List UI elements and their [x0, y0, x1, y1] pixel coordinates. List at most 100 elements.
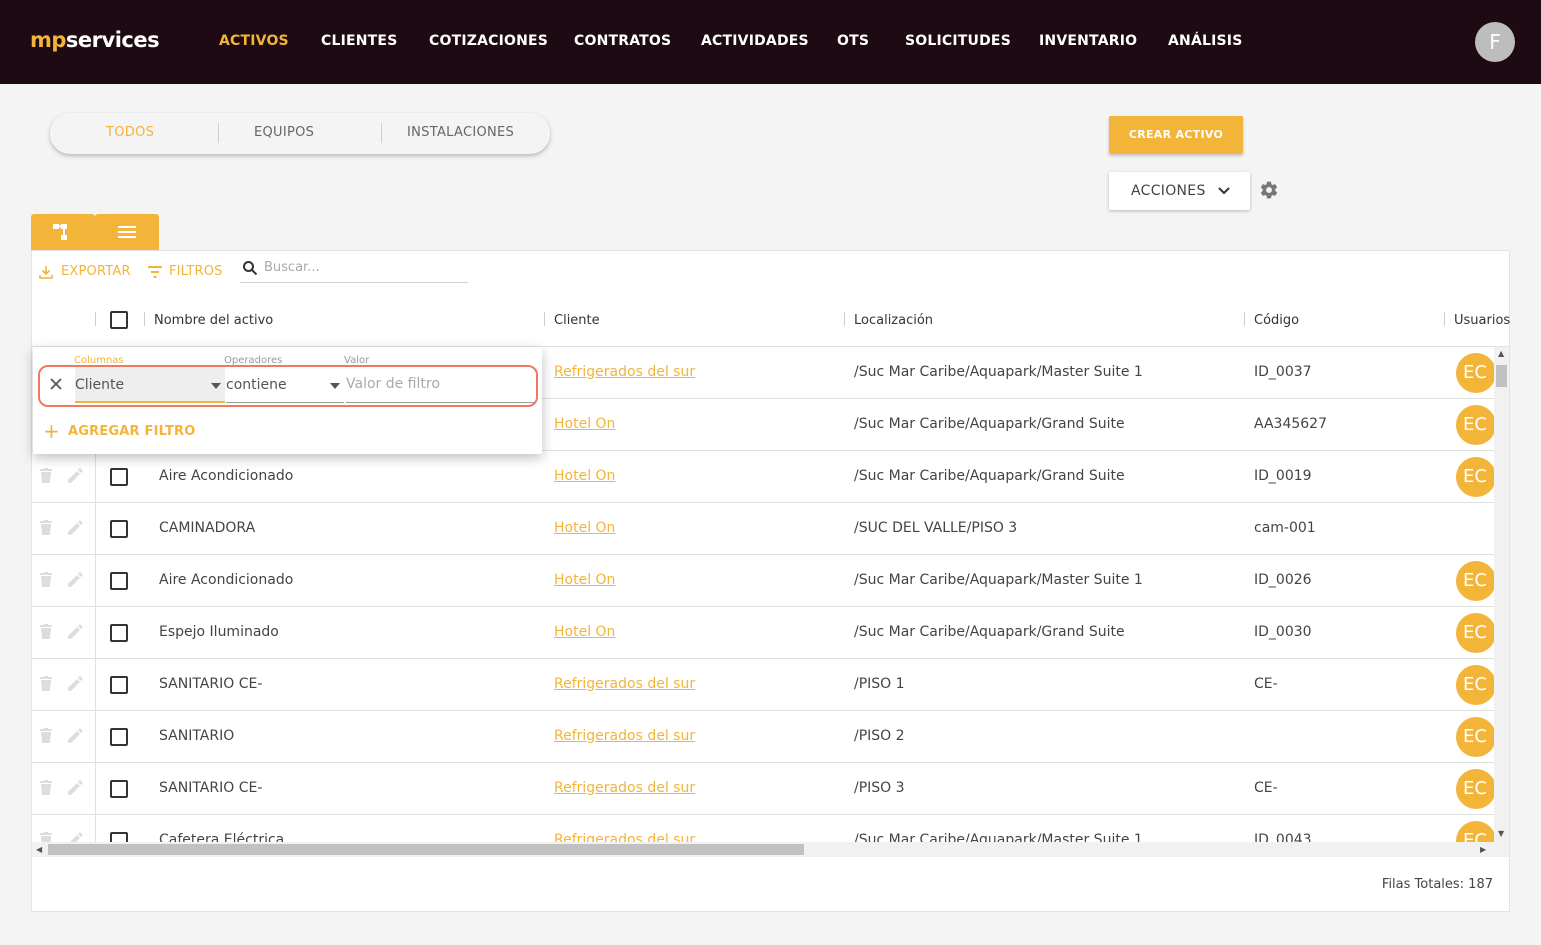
cell-client-link[interactable]: Hotel On — [554, 416, 615, 432]
cell-location: /PISO 3 — [854, 780, 905, 796]
nav-activos[interactable]: ACTIVOS — [219, 33, 289, 49]
user-badge[interactable]: EC — [1456, 613, 1494, 653]
horizontal-scroll-thumb[interactable] — [48, 844, 804, 855]
tab-instalaciones[interactable]: INSTALACIONES — [407, 125, 514, 140]
cell-client-link[interactable]: Refrigerados del sur — [554, 364, 695, 380]
nav-actividades[interactable]: ACTIVIDADES — [701, 33, 809, 49]
trash-icon[interactable] — [40, 832, 52, 842]
nav-contratos[interactable]: CONTRATOS — [574, 33, 671, 49]
row-checkbox[interactable] — [110, 572, 128, 590]
edit-icon[interactable] — [68, 728, 83, 747]
row-checkbox[interactable] — [110, 520, 128, 538]
row-checkbox[interactable] — [110, 468, 128, 486]
asset-type-tabs: TODOS EQUIPOS INSTALACIONES — [50, 113, 550, 154]
cell-client-link[interactable]: Hotel On — [554, 624, 615, 640]
scroll-down-arrow-icon[interactable]: ▼ — [1498, 829, 1504, 838]
header-code[interactable]: Código — [1254, 313, 1299, 328]
user-badge[interactable]: EC — [1456, 821, 1494, 842]
nav-clientes[interactable]: CLIENTES — [321, 33, 397, 49]
scroll-up-arrow-icon[interactable]: ▲ — [1498, 349, 1504, 358]
trash-icon[interactable] — [40, 728, 52, 747]
header-location[interactable]: Localización — [854, 313, 933, 328]
create-asset-button[interactable]: CREAR ACTIVO — [1109, 116, 1243, 154]
row-checkbox[interactable] — [110, 676, 128, 694]
gear-icon[interactable] — [1259, 180, 1279, 200]
cell-client-link[interactable]: Refrigerados del sur — [554, 676, 695, 692]
edit-icon[interactable] — [68, 780, 83, 799]
trash-icon[interactable] — [40, 468, 52, 487]
filter-value-input[interactable] — [346, 376, 532, 392]
horizontal-scrollbar[interactable]: ◀ ▶ — [32, 842, 1509, 857]
cell-client-link[interactable]: Hotel On — [554, 520, 615, 536]
vertical-scrollbar[interactable]: ▲ ▼ — [1494, 347, 1509, 842]
table-row[interactable]: SANITARIO CE- Refrigerados del sur /PISO… — [32, 659, 1494, 711]
nav-solicitudes[interactable]: SOLICITUDES — [905, 33, 1011, 49]
trash-icon[interactable] — [40, 676, 52, 695]
row-checkbox[interactable] — [110, 624, 128, 642]
cell-client-link[interactable]: Refrigerados del sur — [554, 728, 695, 744]
row-checkbox[interactable] — [110, 780, 128, 798]
user-badge[interactable]: EC — [1456, 561, 1494, 601]
trash-icon[interactable] — [40, 624, 52, 643]
brand-logo[interactable]: mpservices — [30, 28, 160, 52]
edit-icon[interactable] — [68, 624, 83, 643]
scroll-right-arrow-icon[interactable]: ▶ — [1480, 845, 1486, 854]
cell-client-link[interactable]: Hotel On — [554, 572, 615, 588]
close-icon[interactable] — [49, 376, 63, 395]
user-badge[interactable]: EC — [1456, 769, 1494, 809]
vertical-scroll-thumb[interactable] — [1496, 365, 1507, 387]
search-input[interactable] — [264, 260, 464, 275]
row-checkbox[interactable] — [110, 832, 128, 842]
cell-code: CE- — [1254, 780, 1278, 796]
list-view-button[interactable] — [95, 214, 159, 250]
header-users[interactable]: Usuarios — [1454, 313, 1510, 328]
plus-icon[interactable]: + — [43, 419, 60, 443]
filter-column-select[interactable]: Cliente — [75, 367, 225, 403]
tab-todos[interactable]: TODOS — [106, 125, 154, 140]
edit-icon[interactable] — [68, 676, 83, 695]
user-badge[interactable]: EC — [1456, 457, 1494, 497]
header-client[interactable]: Cliente — [554, 313, 600, 328]
trash-icon[interactable] — [40, 520, 52, 539]
user-badge[interactable]: EC — [1456, 405, 1494, 445]
user-badge[interactable]: EC — [1456, 665, 1494, 705]
cell-client-link[interactable]: Refrigerados del sur — [554, 780, 695, 796]
table-row[interactable]: Aire Acondicionado Hotel On /Suc Mar Car… — [32, 451, 1494, 503]
trash-icon[interactable] — [40, 780, 52, 799]
header-name[interactable]: Nombre del activo — [154, 313, 273, 328]
row-checkbox[interactable] — [110, 728, 128, 746]
nav-ots[interactable]: OTS — [837, 33, 869, 49]
edit-icon[interactable] — [68, 520, 83, 539]
user-badge[interactable]: EC — [1456, 353, 1494, 393]
table-row[interactable]: Cafetera Eléctrica Refrigerados del sur … — [32, 815, 1494, 842]
search-icon — [243, 261, 258, 276]
table-row[interactable]: Espejo Iluminado Hotel On /Suc Mar Carib… — [32, 607, 1494, 659]
user-avatar[interactable]: F — [1475, 22, 1515, 62]
filters-button[interactable]: FILTROS — [148, 264, 223, 279]
table-row[interactable]: SANITARIO CE- Refrigerados del sur /PISO… — [32, 763, 1494, 815]
user-badge[interactable]: EC — [1456, 717, 1494, 757]
cell-client-link[interactable]: Hotel On — [554, 468, 615, 484]
table-row[interactable]: Aire Acondicionado Hotel On /Suc Mar Car… — [32, 555, 1494, 607]
cell-name: CAMINADORA — [159, 520, 256, 536]
tree-view-button[interactable] — [31, 214, 95, 250]
table-row[interactable]: SANITARIO Refrigerados del sur /PISO 2 E… — [32, 711, 1494, 763]
nav-analisis[interactable]: ANÁLISIS — [1168, 33, 1243, 49]
actions-dropdown[interactable]: ACCIONES — [1109, 172, 1250, 210]
filter-operator-select[interactable]: contiene — [226, 367, 344, 403]
cell-client-link[interactable]: Refrigerados del sur — [554, 832, 695, 842]
nav-cotizaciones[interactable]: COTIZACIONES — [429, 33, 548, 49]
tab-equipos[interactable]: EQUIPOS — [254, 125, 314, 140]
add-filter-button[interactable]: AGREGAR FILTRO — [68, 424, 195, 439]
edit-icon[interactable] — [68, 572, 83, 591]
nav-inventario[interactable]: INVENTARIO — [1039, 33, 1137, 49]
cell-name: Espejo Iluminado — [159, 624, 279, 640]
edit-icon[interactable] — [68, 832, 83, 842]
table-row[interactable]: CAMINADORA Hotel On /SUC DEL VALLE/PISO … — [32, 503, 1494, 555]
scroll-left-arrow-icon[interactable]: ◀ — [36, 845, 42, 854]
edit-icon[interactable] — [68, 468, 83, 487]
chevron-down-icon — [1218, 172, 1230, 210]
select-all-checkbox[interactable] — [110, 311, 128, 329]
export-button[interactable]: EXPORTAR — [39, 264, 131, 279]
trash-icon[interactable] — [40, 572, 52, 591]
